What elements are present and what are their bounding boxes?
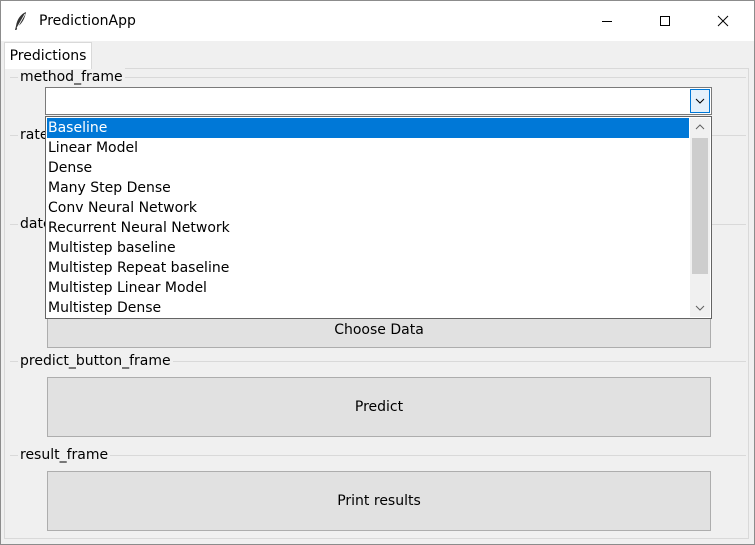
title-bar[interactable]: PredictionApp bbox=[1, 1, 754, 41]
dropdown-option[interactable]: Multistep Dense bbox=[47, 298, 689, 318]
dropdown-scrollbar[interactable] bbox=[690, 118, 710, 317]
scroll-up-button[interactable] bbox=[690, 118, 710, 136]
app-window: PredictionApp Predictions method_frame r… bbox=[0, 0, 755, 545]
chevron-up-icon bbox=[695, 124, 705, 130]
scroll-down-button[interactable] bbox=[690, 299, 710, 317]
chevron-down-icon bbox=[695, 98, 705, 104]
maximize-icon bbox=[660, 16, 670, 26]
print-results-button[interactable]: Print results bbox=[47, 471, 711, 531]
scroll-thumb[interactable] bbox=[692, 138, 708, 274]
dropdown-option[interactable]: Linear Model bbox=[47, 138, 689, 158]
tab-predictions[interactable]: Predictions bbox=[4, 42, 92, 69]
dropdown-option[interactable]: Baseline bbox=[47, 118, 689, 138]
dropdown-option[interactable]: Multistep baseline bbox=[47, 238, 689, 258]
method-combobox[interactable] bbox=[45, 87, 712, 115]
predict-frame-label: predict_button_frame bbox=[18, 352, 173, 370]
window-title: PredictionApp bbox=[39, 13, 136, 29]
dropdown-option[interactable]: Dense bbox=[47, 158, 689, 178]
dropdown-option[interactable]: Many Step Dense bbox=[47, 178, 689, 198]
maximize-button[interactable] bbox=[636, 1, 694, 41]
close-icon bbox=[717, 15, 729, 27]
dropdown-option[interactable]: Multistep Linear Model bbox=[47, 278, 689, 298]
feather-icon bbox=[13, 11, 29, 31]
close-button[interactable] bbox=[694, 1, 752, 41]
dropdown-options: Baseline Linear Model Dense Many Step Dense… bbox=[47, 118, 689, 318]
predict-button[interactable]: Predict bbox=[47, 377, 711, 437]
dropdown-option[interactable]: Conv Neural Network bbox=[47, 198, 689, 218]
minimize-button[interactable] bbox=[578, 1, 636, 41]
method-dropdown-list[interactable]: Baseline Linear Model Dense Many Step Dense… bbox=[45, 116, 712, 319]
dropdown-option[interactable]: Recurrent Neural Network bbox=[47, 218, 689, 238]
minimize-icon bbox=[602, 21, 612, 22]
combobox-dropdown-button[interactable] bbox=[690, 89, 710, 113]
chevron-down-icon bbox=[695, 305, 705, 311]
dropdown-option[interactable]: Multistep Repeat baseline bbox=[47, 258, 689, 278]
result-frame-label: result_frame bbox=[18, 446, 111, 464]
method-frame-label: method_frame bbox=[18, 68, 125, 86]
